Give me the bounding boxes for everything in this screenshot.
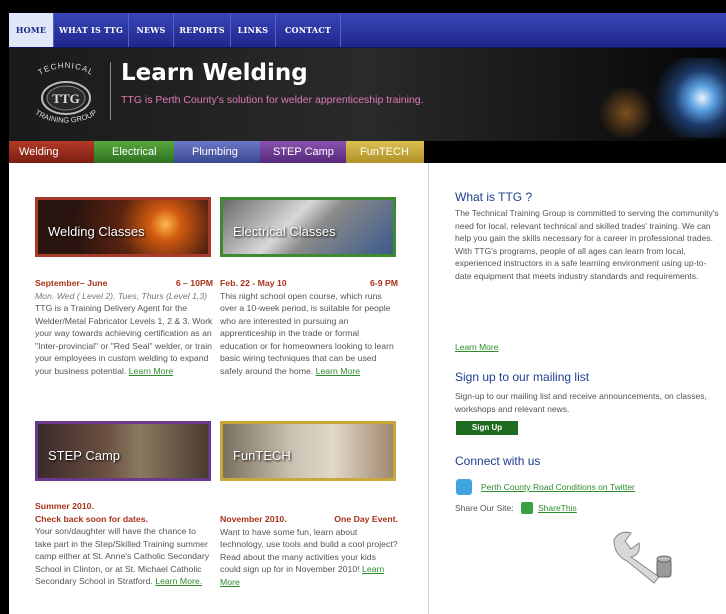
funtech-date: November 2010.	[220, 514, 287, 524]
electrical-description: Feb. 22 - May 10 6-9 PM This night schoo…	[220, 277, 398, 377]
twitter-icon[interactable]	[456, 479, 472, 495]
header-banner: TTG TECHNICAL TRAINING GROUP Learn Weldi…	[9, 48, 726, 141]
twitter-link[interactable]: Perth County Road Conditions on Twitter	[481, 481, 726, 494]
top-nav: HOME WHAT IS TTG NEWS REPORTS LINKS CONT…	[9, 13, 726, 48]
step-camp-description: Summer 2010. Check back soon for dates. …	[35, 500, 213, 588]
welding-torch-image	[646, 58, 726, 138]
electrical-date: Feb. 22 - May 10	[220, 278, 287, 288]
main-content: Welding Classes Electrical Classes Septe…	[9, 163, 726, 614]
logo-mark: TTG	[52, 91, 79, 106]
step-camp-note: Check back soon for dates.	[35, 513, 148, 524]
nav-reports[interactable]: REPORTS	[174, 13, 231, 47]
electrical-body: This night school open course, which run…	[220, 290, 394, 376]
nav-news[interactable]: NEWS	[129, 13, 174, 47]
what-is-ttg-learn-more-link[interactable]: Learn More	[455, 341, 720, 354]
step-camp-date: Summer 2010.	[35, 501, 94, 511]
page-frame: HOME WHAT IS TTG NEWS REPORTS LINKS CONT…	[9, 13, 726, 614]
electrical-time: 6-9 PM	[369, 278, 398, 288]
funtech-label: FunTECH	[233, 448, 291, 463]
tab-electrical[interactable]: Electrical	[94, 141, 174, 163]
funtech-description: November 2010. One Day Event. Want to ha…	[220, 513, 398, 588]
step-camp-label: STEP Camp	[48, 448, 121, 463]
tab-funtech[interactable]: FunTECH	[346, 141, 424, 163]
wrench-icon	[613, 531, 672, 584]
funtech-note: One Day Event.	[334, 514, 398, 524]
nav-home[interactable]: HOME	[9, 13, 54, 47]
tabs-spacer	[424, 141, 726, 163]
logo-divider	[110, 62, 111, 120]
nav-contact[interactable]: CONTACT	[276, 13, 341, 47]
welding-date: September– June	[35, 278, 108, 288]
share-this-link[interactable]: ShareThis	[538, 502, 577, 515]
welding-time: 6 – 10PM	[175, 278, 213, 288]
welding-classes-image[interactable]: Welding Classes	[35, 197, 211, 257]
electrical-learn-more-link[interactable]: Learn More	[316, 366, 360, 376]
ttg-logo[interactable]: TTG TECHNICAL TRAINING GROUP	[21, 60, 111, 126]
svg-text:TECHNICAL: TECHNICAL	[37, 61, 96, 77]
welding-description: September– June 6 – 10PM Mon. Wed ( Leve…	[35, 277, 213, 377]
step-camp-learn-more-link[interactable]: Learn More.	[155, 576, 202, 586]
programs-column: Welding Classes Electrical Classes Septe…	[9, 163, 428, 614]
welding-body: TTG is a Training Delivery Agent for the…	[35, 303, 213, 376]
share-icon[interactable]	[521, 502, 533, 514]
connect-heading: Connect with us	[455, 454, 541, 468]
what-is-ttg-body: The Technical Training Group is committe…	[455, 208, 719, 281]
nav-links[interactable]: LINKS	[231, 13, 276, 47]
welding-learn-more-link[interactable]: Learn More	[129, 366, 173, 376]
mailing-list-body: Sign-up to our mailing list and receive …	[455, 391, 707, 414]
electrical-classes-image[interactable]: Electrical Classes	[220, 197, 396, 257]
program-tabs: Welding Electrical Plumbing STEP Camp Fu…	[9, 141, 424, 163]
info-sidebar: What is TTG ? The Technical Training Gro…	[428, 163, 726, 614]
mailing-list-heading: Sign up to our mailing list	[455, 370, 590, 384]
tab-plumbing[interactable]: Plumbing	[174, 141, 260, 163]
step-camp-image[interactable]: STEP Camp	[35, 421, 211, 481]
tab-welding[interactable]: Welding	[9, 141, 94, 163]
torch-glow	[596, 88, 656, 138]
what-is-ttg-heading: What is TTG ?	[455, 190, 533, 204]
logo-top-text: TECHNICAL	[37, 61, 95, 77]
banner-tagline: TTG is Perth County's solution for welde…	[121, 94, 424, 106]
nav-what-is-ttg[interactable]: WHAT IS TTG	[54, 13, 129, 47]
funtech-image[interactable]: FunTECH	[220, 421, 396, 481]
electrical-classes-label: Electrical Classes	[233, 224, 336, 239]
share-label: Share Our Site:	[455, 503, 514, 513]
welding-schedule: Mon. Wed ( Level 2), Tues, Thurs (Level …	[35, 290, 208, 301]
banner-title: Learn Welding	[121, 60, 308, 86]
sign-up-button[interactable]: Sign Up	[456, 421, 518, 435]
tab-step-camp[interactable]: STEP Camp	[260, 141, 346, 163]
welding-classes-label: Welding Classes	[48, 224, 145, 239]
